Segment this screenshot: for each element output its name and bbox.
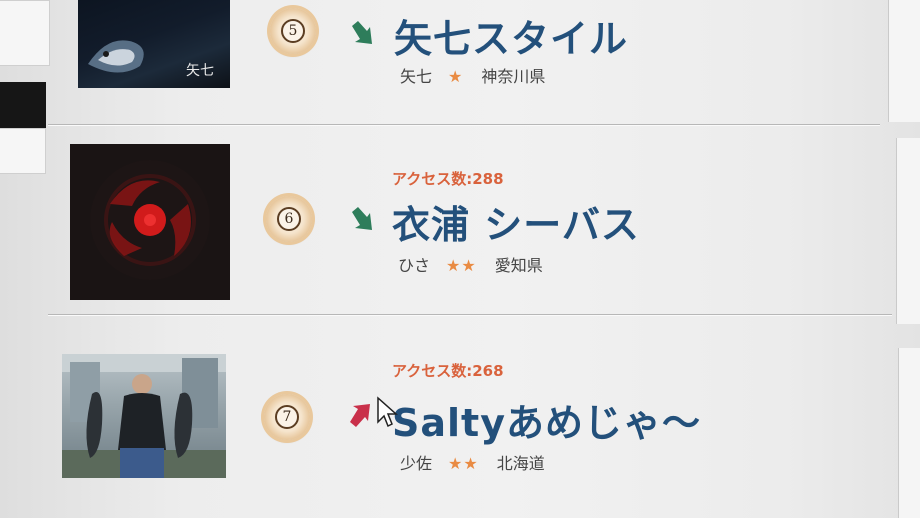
right-column-panel-bottom bbox=[898, 348, 920, 518]
prefecture: 北海道 bbox=[496, 454, 545, 473]
rating-stars: ★★ bbox=[448, 454, 479, 473]
access-count: 268 bbox=[472, 362, 504, 380]
access-label: アクセス数: bbox=[392, 170, 473, 188]
down-right-arrow-icon bbox=[352, 207, 372, 230]
prefecture: 愛知県 bbox=[494, 256, 543, 275]
ranking-item-5[interactable]: 矢七 5 矢七スタイル 矢七 ★ 神奈川県 bbox=[0, 0, 900, 124]
author-name[interactable]: 少佐 bbox=[400, 454, 432, 473]
access-label: アクセス数: bbox=[392, 362, 473, 380]
blog-title[interactable]: 矢七スタイル bbox=[394, 8, 628, 63]
blog-thumbnail[interactable] bbox=[62, 354, 226, 478]
rank-badge: 5 bbox=[270, 8, 316, 54]
sharingan-image bbox=[90, 160, 210, 280]
rating-stars: ★ bbox=[448, 67, 464, 86]
blog-meta: ひさ ★★ 愛知県 bbox=[398, 252, 543, 276]
access-count-label: アクセス数:268 bbox=[392, 360, 504, 381]
blog-thumbnail[interactable]: 矢七 bbox=[78, 0, 230, 88]
ranking-item-7[interactable]: アクセス数:268 7 Saltyあめじゃ〜 少佐 ★★ 北海道 bbox=[0, 320, 900, 518]
blog-meta: 矢七 ★ 神奈川県 bbox=[400, 63, 545, 87]
rank-badge: 6 bbox=[266, 196, 312, 242]
author-name[interactable]: ひさ bbox=[398, 256, 430, 275]
ranking-item-6[interactable]: アクセス数:288 6 衣浦 シーバス ひさ ★★ 愛知県 bbox=[0, 130, 900, 310]
mouse-cursor-icon bbox=[377, 396, 398, 428]
entry-divider bbox=[48, 124, 880, 125]
rank-number: 6 bbox=[277, 207, 301, 231]
up-right-arrow-icon bbox=[350, 404, 370, 427]
rank-number: 7 bbox=[275, 405, 299, 429]
access-count-label: アクセス数:288 bbox=[392, 168, 504, 189]
rank-badge: 7 bbox=[264, 394, 310, 440]
blog-title[interactable]: Saltyあめじゃ〜 bbox=[392, 392, 701, 447]
blog-meta: 少佐 ★★ 北海道 bbox=[400, 450, 545, 474]
rank-number: 5 bbox=[281, 19, 305, 43]
down-right-arrow-icon bbox=[352, 21, 372, 44]
angler-photo-image bbox=[62, 354, 226, 478]
entry-divider bbox=[48, 314, 892, 315]
thumbnail-caption: 矢七 bbox=[186, 63, 214, 79]
author-name[interactable]: 矢七 bbox=[400, 67, 432, 86]
blog-title[interactable]: 衣浦 シーバス bbox=[392, 194, 640, 249]
blog-thumbnail[interactable] bbox=[70, 144, 230, 300]
ranking-page: 矢七 5 矢七スタイル 矢七 ★ 神奈川県 アクセス数:288 6 衣浦 シーバ… bbox=[0, 0, 920, 518]
access-count: 288 bbox=[472, 170, 504, 188]
rating-stars: ★★ bbox=[446, 256, 477, 275]
prefecture: 神奈川県 bbox=[481, 67, 546, 86]
